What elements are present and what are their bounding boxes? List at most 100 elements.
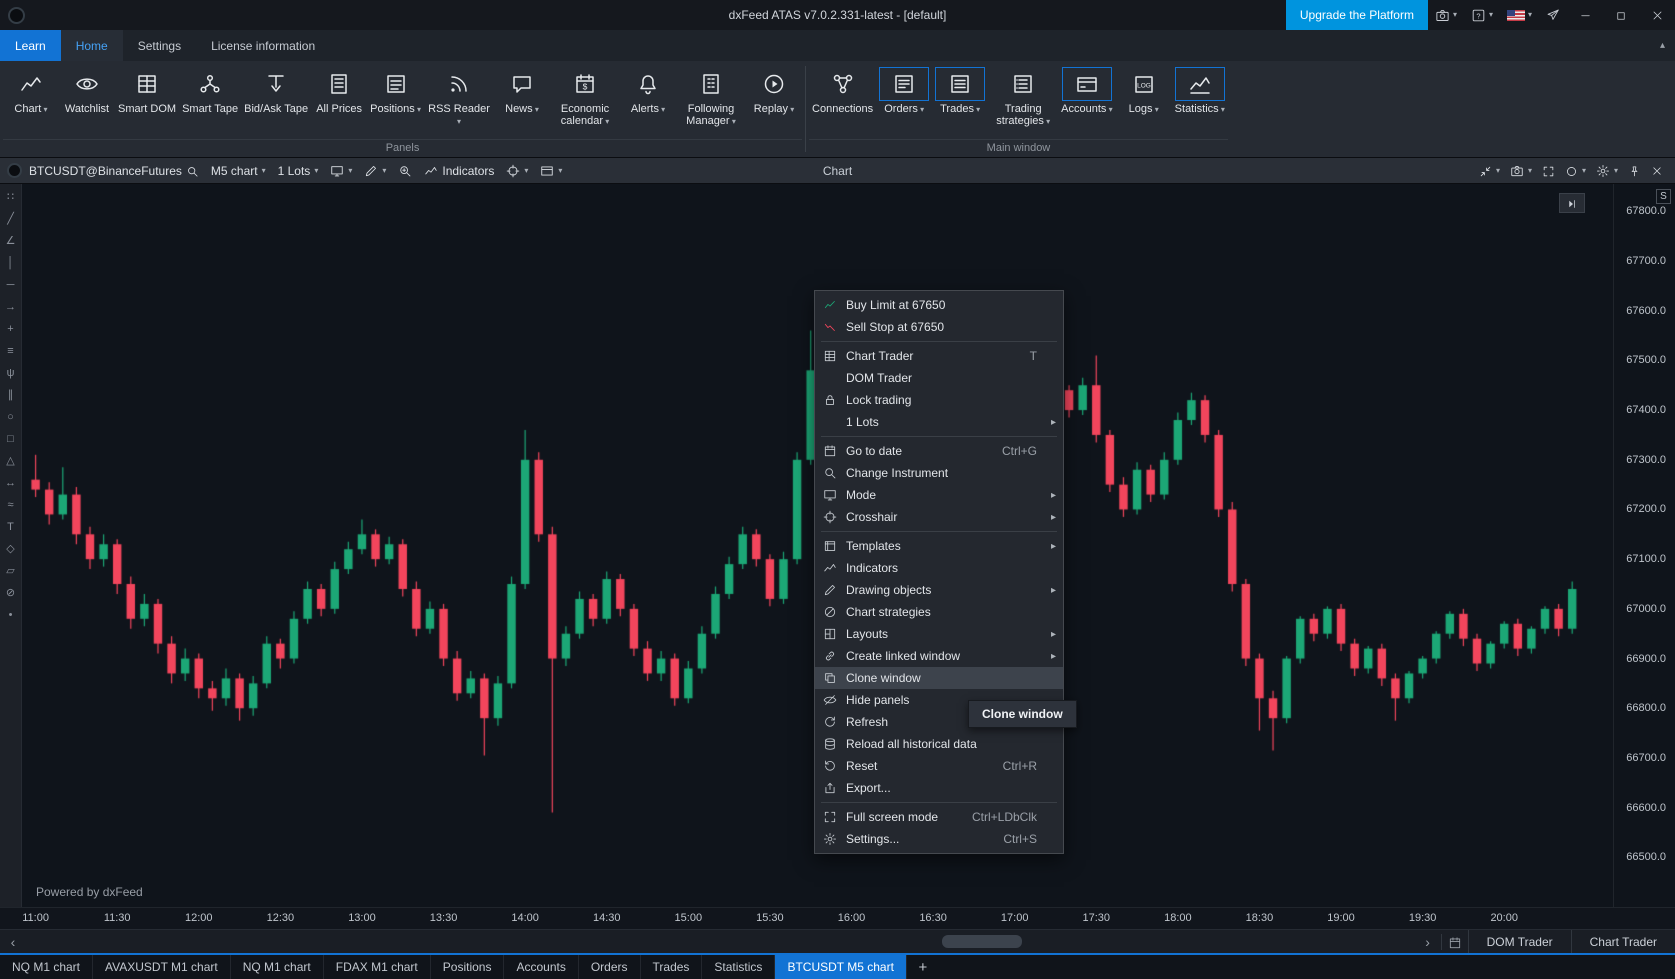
ellipse-tool[interactable]: ○ [3, 409, 19, 424]
chart-trader-button[interactable]: Chart Trader [1571, 930, 1675, 953]
ribbon-item-economic-calendar[interactable]: $Economic calendar ▾ [550, 66, 620, 128]
menu-item-go-to-date[interactable]: Go to dateCtrl+G [815, 440, 1063, 462]
pitchfork-tool[interactable]: ψ [3, 365, 19, 380]
cross-tool[interactable]: + [3, 321, 19, 336]
bottom-tab-fdax-m1-chart[interactable]: FDAX M1 chart [324, 955, 431, 979]
rhombus-tool[interactable]: ◇ [3, 541, 19, 556]
menu-item-full-screen-mode[interactable]: Full screen modeCtrl+LDbClk [815, 806, 1063, 828]
bottom-tab-avaxusdt-m1-chart[interactable]: AVAXUSDT M1 chart [93, 955, 231, 979]
minimize-button[interactable] [1567, 0, 1603, 30]
vertical-line-tool[interactable]: │ [3, 255, 19, 270]
scroll-right-button[interactable]: › [1415, 930, 1441, 953]
bottom-tab-statistics[interactable]: Statistics [702, 955, 775, 979]
menu-item-clone-window[interactable]: Clone window [815, 667, 1063, 689]
text-tool[interactable]: T [3, 519, 19, 534]
language-button[interactable]: ▾ [1500, 0, 1539, 30]
ribbon-item-chart[interactable]: Chart ▾ [3, 66, 59, 116]
menu-tab-learn[interactable]: Learn [0, 30, 61, 61]
ribbon-item-logs[interactable]: LOGLogs ▾ [1116, 66, 1172, 116]
ribbon-item-following-manager[interactable]: Following Manager ▾ [676, 66, 746, 128]
lots-selector[interactable]: 1 Lots▾ [273, 158, 324, 183]
menu-item-mode[interactable]: Mode▸ [815, 484, 1063, 506]
ribbon-item-smart-tape[interactable]: Smart Tape [179, 66, 241, 116]
calendar-button[interactable] [1442, 930, 1468, 953]
close-window-button[interactable] [1646, 158, 1668, 183]
collapse-window-button[interactable]: ▾ [1474, 158, 1505, 183]
bottom-tab-btcusdt-m5-chart[interactable]: BTCUSDT M5 chart [775, 955, 906, 979]
dom-trader-button[interactable]: DOM Trader [1468, 930, 1571, 953]
fib-levels-tool[interactable]: ≡ [3, 343, 19, 358]
settings-button[interactable]: ▾ [1591, 158, 1623, 183]
horizontal-line-tool[interactable]: ─ [3, 277, 19, 292]
ribbon-item-statistics[interactable]: Statistics ▾ [1172, 66, 1228, 116]
ribbon-item-positions[interactable]: Positions ▾ [367, 66, 424, 116]
arrow-tool[interactable]: → [3, 299, 19, 314]
menu-item-indicators[interactable]: Indicators [815, 557, 1063, 579]
menu-tab-settings[interactable]: Settings [123, 30, 196, 61]
ribbon-item-rss-reader[interactable]: RSS Reader ▾ [424, 66, 494, 128]
ribbon-item-all-prices[interactable]: All Prices [311, 66, 367, 116]
bottom-tab-accounts[interactable]: Accounts [504, 955, 578, 979]
pin-button[interactable] [1623, 158, 1646, 183]
snapshot-button[interactable]: S [1656, 189, 1671, 204]
menu-item-change-instrument[interactable]: Change Instrument [815, 462, 1063, 484]
instrument-selector[interactable]: BTCUSDT@BinanceFutures [24, 158, 204, 183]
menu-item-1-lots[interactable]: 1 Lots▸ [815, 411, 1063, 433]
chevron-up-icon[interactable]: ▴ [1660, 30, 1665, 61]
dot-tool[interactable]: • [3, 607, 19, 622]
menu-item-layouts[interactable]: Layouts▸ [815, 623, 1063, 645]
theme-button[interactable]: ▾ [1560, 158, 1591, 183]
triangle-tool[interactable]: △ [3, 453, 19, 468]
bottom-tab-orders[interactable]: Orders [579, 955, 641, 979]
zoom-button[interactable] [393, 158, 417, 183]
go-to-realtime-button[interactable] [1559, 193, 1585, 213]
dots-pattern-tool[interactable]: ∷ [3, 189, 19, 204]
indicators-button[interactable]: Indicators [419, 158, 499, 183]
menu-tab-home[interactable]: Home [61, 30, 123, 61]
ribbon-item-orders[interactable]: Orders ▾ [876, 66, 932, 116]
ruler-tool[interactable]: ↔ [3, 475, 19, 490]
upgrade-platform-button[interactable]: Upgrade the Platform [1286, 0, 1428, 30]
menu-item-export[interactable]: Export... [815, 777, 1063, 799]
telegram-button[interactable] [1539, 0, 1567, 30]
maximize-button[interactable] [1603, 0, 1639, 30]
ribbon-item-accounts[interactable]: Accounts ▾ [1058, 66, 1116, 116]
ribbon-item-bid-ask-tape[interactable]: Bid/Ask Tape [241, 66, 311, 116]
ribbon-item-trading-strategies[interactable]: Trading strategies ▾ [988, 66, 1058, 128]
scroll-left-button[interactable]: ‹ [0, 930, 26, 953]
menu-item-buy-limit-at-67650[interactable]: Buy Limit at 67650 [815, 294, 1063, 316]
mode-button[interactable]: ▾ [325, 158, 357, 183]
eraser-tool[interactable]: ⊘ [3, 585, 19, 600]
trend-line-tool[interactable]: ╱ [3, 211, 19, 226]
panels-button[interactable]: ▾ [535, 158, 567, 183]
menu-item-templates[interactable]: Templates▸ [815, 535, 1063, 557]
menu-item-drawing-objects[interactable]: Drawing objects▸ [815, 579, 1063, 601]
bottom-tab-nq-m1-chart[interactable]: NQ M1 chart [231, 955, 324, 979]
ribbon-item-smart-dom[interactable]: Smart DOM [115, 66, 179, 116]
screenshot-button[interactable]: ▾ [1428, 0, 1464, 30]
chart-screenshot-button[interactable]: ▾ [1505, 158, 1537, 183]
menu-item-create-linked-window[interactable]: Create linked window▸ [815, 645, 1063, 667]
rectangle-tool[interactable]: □ [3, 431, 19, 446]
drawing-objects-button[interactable]: ▾ [359, 158, 391, 183]
time-axis[interactable]: 11:0011:3012:0012:3013:0013:3014:0014:30… [22, 908, 1613, 929]
scrollbar-track[interactable] [26, 930, 1415, 953]
timeframe-selector[interactable]: M5 chart▾ [206, 158, 271, 183]
parallel-channel-tool[interactable]: ∥ [3, 387, 19, 402]
menu-item-chart-trader[interactable]: Chart TraderT [815, 345, 1063, 367]
menu-item-lock-trading[interactable]: Lock trading [815, 389, 1063, 411]
menu-item-crosshair[interactable]: Crosshair▸ [815, 506, 1063, 528]
help-button[interactable]: ?▾ [1464, 0, 1500, 30]
ribbon-item-connections[interactable]: Connections [809, 66, 876, 116]
add-tab-button[interactable]: + [907, 955, 939, 979]
scrollbar-thumb[interactable] [942, 935, 1022, 948]
close-button[interactable] [1639, 0, 1675, 30]
price-axis[interactable]: S 67800.067700.067600.067500.067400.0673… [1613, 184, 1675, 907]
menu-item-reset[interactable]: ResetCtrl+R [815, 755, 1063, 777]
angle-tool[interactable]: ∠ [3, 233, 19, 248]
menu-tab-license-information[interactable]: License information [196, 30, 330, 61]
bottom-tab-positions[interactable]: Positions [431, 955, 505, 979]
fullscreen-button[interactable] [1537, 158, 1560, 183]
bottom-tab-nq-m1-chart[interactable]: NQ M1 chart [0, 955, 93, 979]
menu-item-reload-all-historical-data[interactable]: Reload all historical data [815, 733, 1063, 755]
